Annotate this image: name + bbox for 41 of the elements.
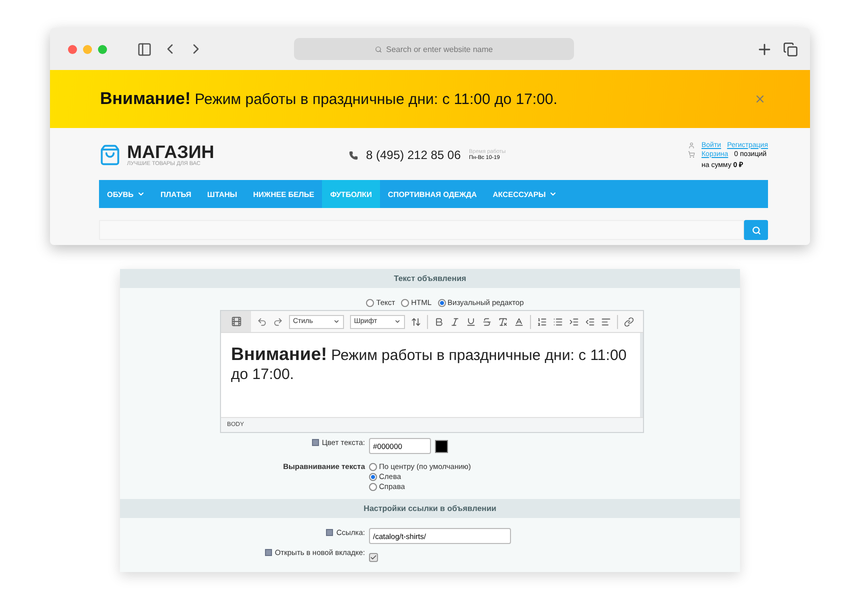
text-color-icon[interactable] bbox=[514, 316, 524, 326]
close-window-icon[interactable] bbox=[68, 44, 77, 54]
link-icon[interactable] bbox=[624, 316, 634, 326]
search-icon bbox=[752, 226, 760, 234]
bag-icon bbox=[99, 144, 121, 166]
film-strip-icon bbox=[230, 316, 242, 327]
section-header: Настройки ссылки в объявлении bbox=[120, 499, 740, 518]
check-icon bbox=[370, 554, 377, 561]
underline-icon[interactable] bbox=[466, 316, 476, 326]
chevron-down-icon bbox=[333, 318, 340, 325]
checkbox[interactable] bbox=[369, 553, 378, 562]
section-header: Текст объявления bbox=[120, 269, 740, 288]
announcement-text: Внимание! Режим работы в праздничные дни: с 11:00 до 17:00. bbox=[100, 89, 558, 109]
announcement-text: Внимание! Режим работы в праздничные дни: с 11:00 до 17:00. bbox=[231, 347, 627, 383]
user-icon bbox=[688, 142, 696, 148]
strikethrough-icon[interactable] bbox=[482, 316, 492, 326]
logo-name: МАГАЗИН bbox=[127, 143, 214, 161]
clear-format-icon[interactable] bbox=[498, 316, 508, 326]
chevron-down-icon bbox=[394, 318, 401, 325]
search-icon bbox=[375, 46, 382, 52]
numbered-list-icon[interactable] bbox=[537, 316, 547, 326]
bold-icon[interactable] bbox=[434, 316, 444, 326]
close-icon[interactable] bbox=[754, 93, 766, 105]
redo-icon[interactable] bbox=[273, 316, 283, 326]
phone-number: 8 (495) 212 85 06 bbox=[366, 148, 461, 162]
address-placeholder: Search or enter website name bbox=[386, 44, 493, 54]
sidebar-icon[interactable] bbox=[137, 42, 152, 56]
source-button[interactable] bbox=[221, 311, 251, 332]
undo-icon[interactable] bbox=[257, 316, 267, 326]
align-left-icon[interactable] bbox=[601, 316, 611, 326]
indent-icon[interactable] bbox=[569, 316, 579, 326]
outdent-icon[interactable] bbox=[585, 316, 595, 326]
tabs-overview-icon[interactable] bbox=[783, 42, 798, 56]
search-field[interactable] bbox=[99, 220, 744, 240]
search-button[interactable] bbox=[744, 220, 768, 240]
italic-icon[interactable] bbox=[450, 316, 460, 326]
phone-icon bbox=[349, 150, 358, 160]
bulleted-list-icon[interactable] bbox=[553, 316, 563, 326]
font-size-icon[interactable] bbox=[411, 316, 421, 326]
color-swatch[interactable] bbox=[435, 440, 448, 452]
cart-icon bbox=[688, 150, 696, 158]
